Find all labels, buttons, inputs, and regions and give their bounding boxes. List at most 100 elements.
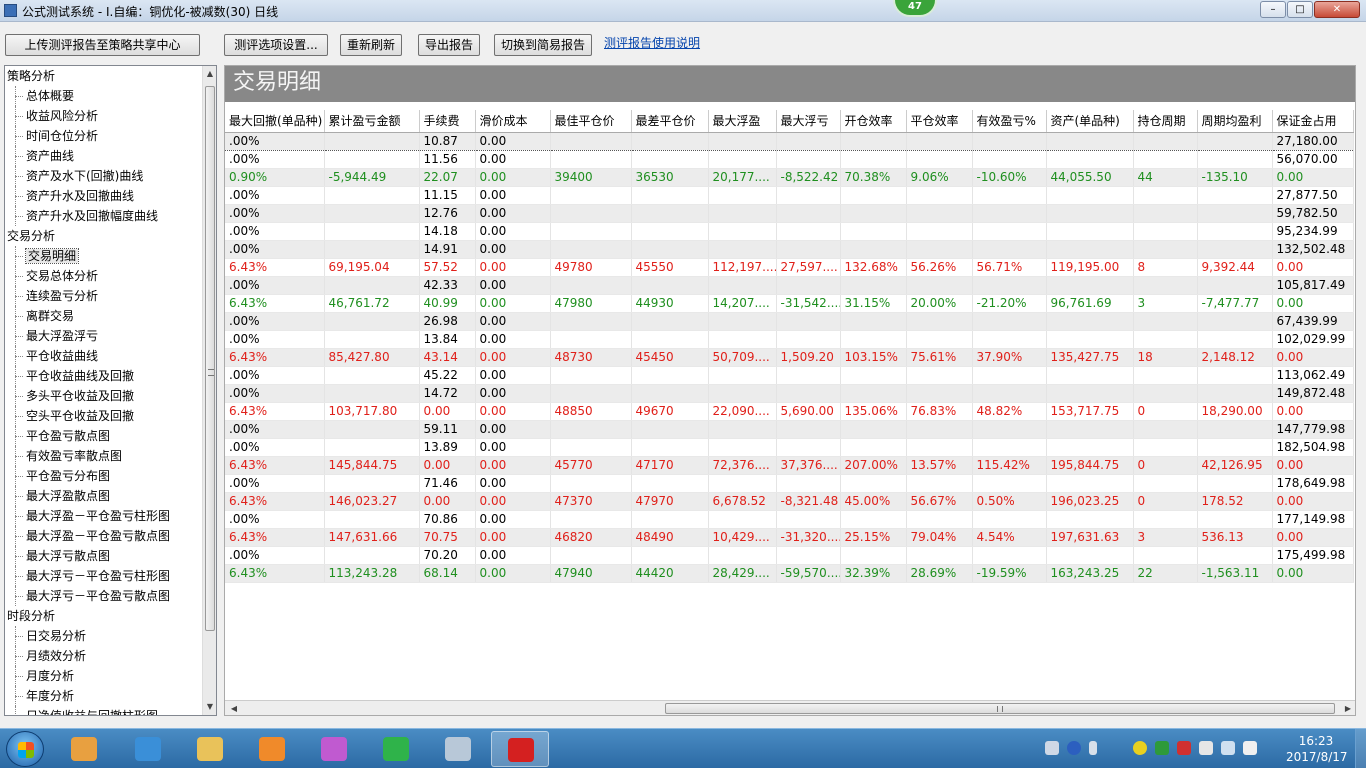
- help-link[interactable]: 测评报告使用说明: [604, 34, 700, 51]
- table-row[interactable]: .00% 12.76 0.00 59,782.50: [225, 204, 1354, 223]
- shield-icon[interactable]: [1155, 741, 1169, 755]
- network-arrow-icon[interactable]: [1089, 741, 1097, 755]
- column-header[interactable]: 持仓周期: [1133, 110, 1198, 133]
- column-header[interactable]: 周期均盈利: [1197, 110, 1273, 133]
- tree-item[interactable]: 月绩效分析: [5, 646, 203, 666]
- signal-icon[interactable]: [1221, 741, 1235, 755]
- app-icon[interactable]: [4, 4, 17, 17]
- table-row[interactable]: .00% 11.56 0.00 56,070.00: [225, 150, 1354, 169]
- minimize-button[interactable]: –: [1260, 1, 1286, 18]
- taskbar-app[interactable]: [181, 731, 239, 767]
- table-row[interactable]: .00% 70.86 0.00 177,149.98: [225, 510, 1354, 529]
- clock[interactable]: 16:23 2017/8/17: [1286, 733, 1348, 765]
- scroll-up-arrow-icon[interactable]: ▲: [203, 66, 216, 82]
- table-row[interactable]: 6.43% 103,717.80 0.00 0.00 48850 49670 22,090.…: [225, 402, 1354, 421]
- tree-item[interactable]: 平仓收益曲线及回撤: [5, 366, 203, 386]
- taskbar-app[interactable]: [305, 731, 363, 767]
- table-row[interactable]: .00% 13.84 0.00 102,029.99: [225, 330, 1354, 349]
- table-row[interactable]: .00% 11.15 0.00 27,877.50: [225, 186, 1354, 205]
- tree-item[interactable]: 连续盈亏分析: [5, 286, 203, 306]
- column-header[interactable]: 开仓效率: [840, 110, 907, 133]
- tree-scroll-thumb[interactable]: [205, 86, 215, 631]
- tree-item[interactable]: 资产升水及回撤幅度曲线: [5, 206, 203, 226]
- column-header[interactable]: 累计盈亏金额: [324, 110, 420, 133]
- tree-item[interactable]: 总体概要: [5, 86, 203, 106]
- column-header[interactable]: 平仓效率: [906, 110, 973, 133]
- scroll-down-arrow-icon[interactable]: ▼: [203, 699, 216, 715]
- tree-group[interactable]: 交易分析: [5, 226, 203, 246]
- flag-warning-icon[interactable]: [1177, 741, 1191, 755]
- table-row[interactable]: .00% 71.46 0.00 178,649.98: [225, 474, 1354, 493]
- column-header[interactable]: 最大浮亏: [776, 110, 841, 133]
- maximize-button[interactable]: □: [1287, 1, 1313, 18]
- start-button[interactable]: [6, 731, 44, 767]
- tree-item[interactable]: 最大浮盈散点图: [5, 486, 203, 506]
- show-desktop-button[interactable]: [1355, 729, 1366, 768]
- device-icon[interactable]: [1199, 741, 1213, 755]
- table-row[interactable]: 6.43% 147,631.66 70.75 0.00 46820 48490 10,429…: [225, 528, 1354, 547]
- tree-item[interactable]: 平仓收益曲线: [5, 346, 203, 366]
- table-row[interactable]: .00% 14.18 0.00 95,234.99: [225, 222, 1354, 241]
- table-row[interactable]: .00% 10.87 0.00 27,180.00: [225, 131, 1354, 151]
- refresh-button[interactable]: 重新刷新: [340, 34, 402, 56]
- table-row[interactable]: 0.90% -5,944.49 22.07 0.00 39400 36530 20,177.…: [225, 168, 1354, 187]
- keyboard-icon[interactable]: [1045, 741, 1059, 755]
- table-row[interactable]: .00% 42.33 0.00 105,817.49: [225, 276, 1354, 295]
- tree-item[interactable]: 时间仓位分析: [5, 126, 203, 146]
- horizontal-scroll-thumb[interactable]: [665, 703, 1335, 714]
- table-row[interactable]: 6.43% 85,427.80 43.14 0.00 48730 45450 50,709.…: [225, 348, 1354, 367]
- column-header[interactable]: 最大浮盈: [708, 110, 777, 133]
- tree-item[interactable]: 资产曲线: [5, 146, 203, 166]
- scroll-left-arrow-icon[interactable]: ◀: [227, 701, 241, 715]
- table-row[interactable]: .00% 26.98 0.00 67,439.99: [225, 312, 1354, 331]
- tree-item[interactable]: 最大浮亏－平仓盈亏柱形图: [5, 566, 203, 586]
- tree-group[interactable]: 时段分析: [5, 606, 203, 626]
- help-icon[interactable]: [1067, 741, 1081, 755]
- tree-item[interactable]: 收益风险分析: [5, 106, 203, 126]
- add-icon[interactable]: [1133, 741, 1147, 755]
- tree-item[interactable]: 月度分析: [5, 666, 203, 686]
- tree-group[interactable]: 策略分析: [5, 66, 203, 86]
- taskbar-app[interactable]: [491, 731, 549, 767]
- tree-item[interactable]: 有效盈亏率散点图: [5, 446, 203, 466]
- tree-item[interactable]: 年度分析: [5, 686, 203, 706]
- close-button[interactable]: ✕: [1314, 1, 1360, 18]
- tree-item[interactable]: 交易明细: [5, 246, 203, 266]
- column-header[interactable]: 最差平仓价: [631, 110, 709, 133]
- switch-simple-report-button[interactable]: 切换到简易报告: [494, 34, 592, 56]
- table-row[interactable]: .00% 14.91 0.00 132,502.48: [225, 240, 1354, 259]
- options-button[interactable]: 测评选项设置...: [224, 34, 328, 56]
- column-header[interactable]: 保证金占用: [1272, 110, 1354, 133]
- scroll-right-arrow-icon[interactable]: ▶: [1341, 701, 1355, 715]
- table-row[interactable]: 6.43% 69,195.04 57.52 0.00 49780 45550 112,197…: [225, 258, 1354, 277]
- tree-item[interactable]: 资产及水下(回撤)曲线: [5, 166, 203, 186]
- tree-scrollbar[interactable]: ▲ ▼: [202, 66, 216, 715]
- table-row[interactable]: .00% 59.11 0.00 147,779.98: [225, 420, 1354, 439]
- tree-item[interactable]: 最大浮亏散点图: [5, 546, 203, 566]
- tree-item[interactable]: 空头平仓收益及回撤: [5, 406, 203, 426]
- table-row[interactable]: .00% 13.89 0.00 182,504.98: [225, 438, 1354, 457]
- taskbar-app[interactable]: [119, 731, 177, 767]
- table-row[interactable]: 6.43% 46,761.72 40.99 0.00 47980 44930 14,207.…: [225, 294, 1354, 313]
- upload-report-button[interactable]: 上传测评报告至策略共享中心: [5, 34, 200, 56]
- tree-item[interactable]: 平仓盈亏散点图: [5, 426, 203, 446]
- tree-item[interactable]: 最大浮盈浮亏: [5, 326, 203, 346]
- taskbar-app[interactable]: [55, 731, 113, 767]
- tree-item[interactable]: 最大浮盈－平仓盈亏散点图: [5, 526, 203, 546]
- column-header[interactable]: 滑价成本: [475, 110, 551, 133]
- horizontal-scrollbar[interactable]: ◀ ▶: [225, 700, 1355, 715]
- export-report-button[interactable]: 导出报告: [418, 34, 480, 56]
- column-header[interactable]: 资产(单品种): [1046, 110, 1134, 133]
- tree-item[interactable]: 交易总体分析: [5, 266, 203, 286]
- table-row[interactable]: .00% 14.72 0.00 149,872.48: [225, 384, 1354, 403]
- taskbar-app[interactable]: [367, 731, 425, 767]
- volume-muted-icon[interactable]: [1243, 741, 1257, 755]
- column-header[interactable]: 最大回撤(单品种): [225, 110, 325, 133]
- tree-item[interactable]: 日交易分析: [5, 626, 203, 646]
- table-row[interactable]: 6.43% 146,023.27 0.00 0.00 47370 47970 6,678.5…: [225, 492, 1354, 511]
- table-row[interactable]: .00% 45.22 0.00 113,062.49: [225, 366, 1354, 385]
- taskbar-app[interactable]: [429, 731, 487, 767]
- tree-item[interactable]: 最大浮盈－平仓盈亏柱形图: [5, 506, 203, 526]
- tree-item[interactable]: 多头平仓收益及回撤: [5, 386, 203, 406]
- tree-item[interactable]: 日净值收益与回撤柱形图: [5, 706, 203, 715]
